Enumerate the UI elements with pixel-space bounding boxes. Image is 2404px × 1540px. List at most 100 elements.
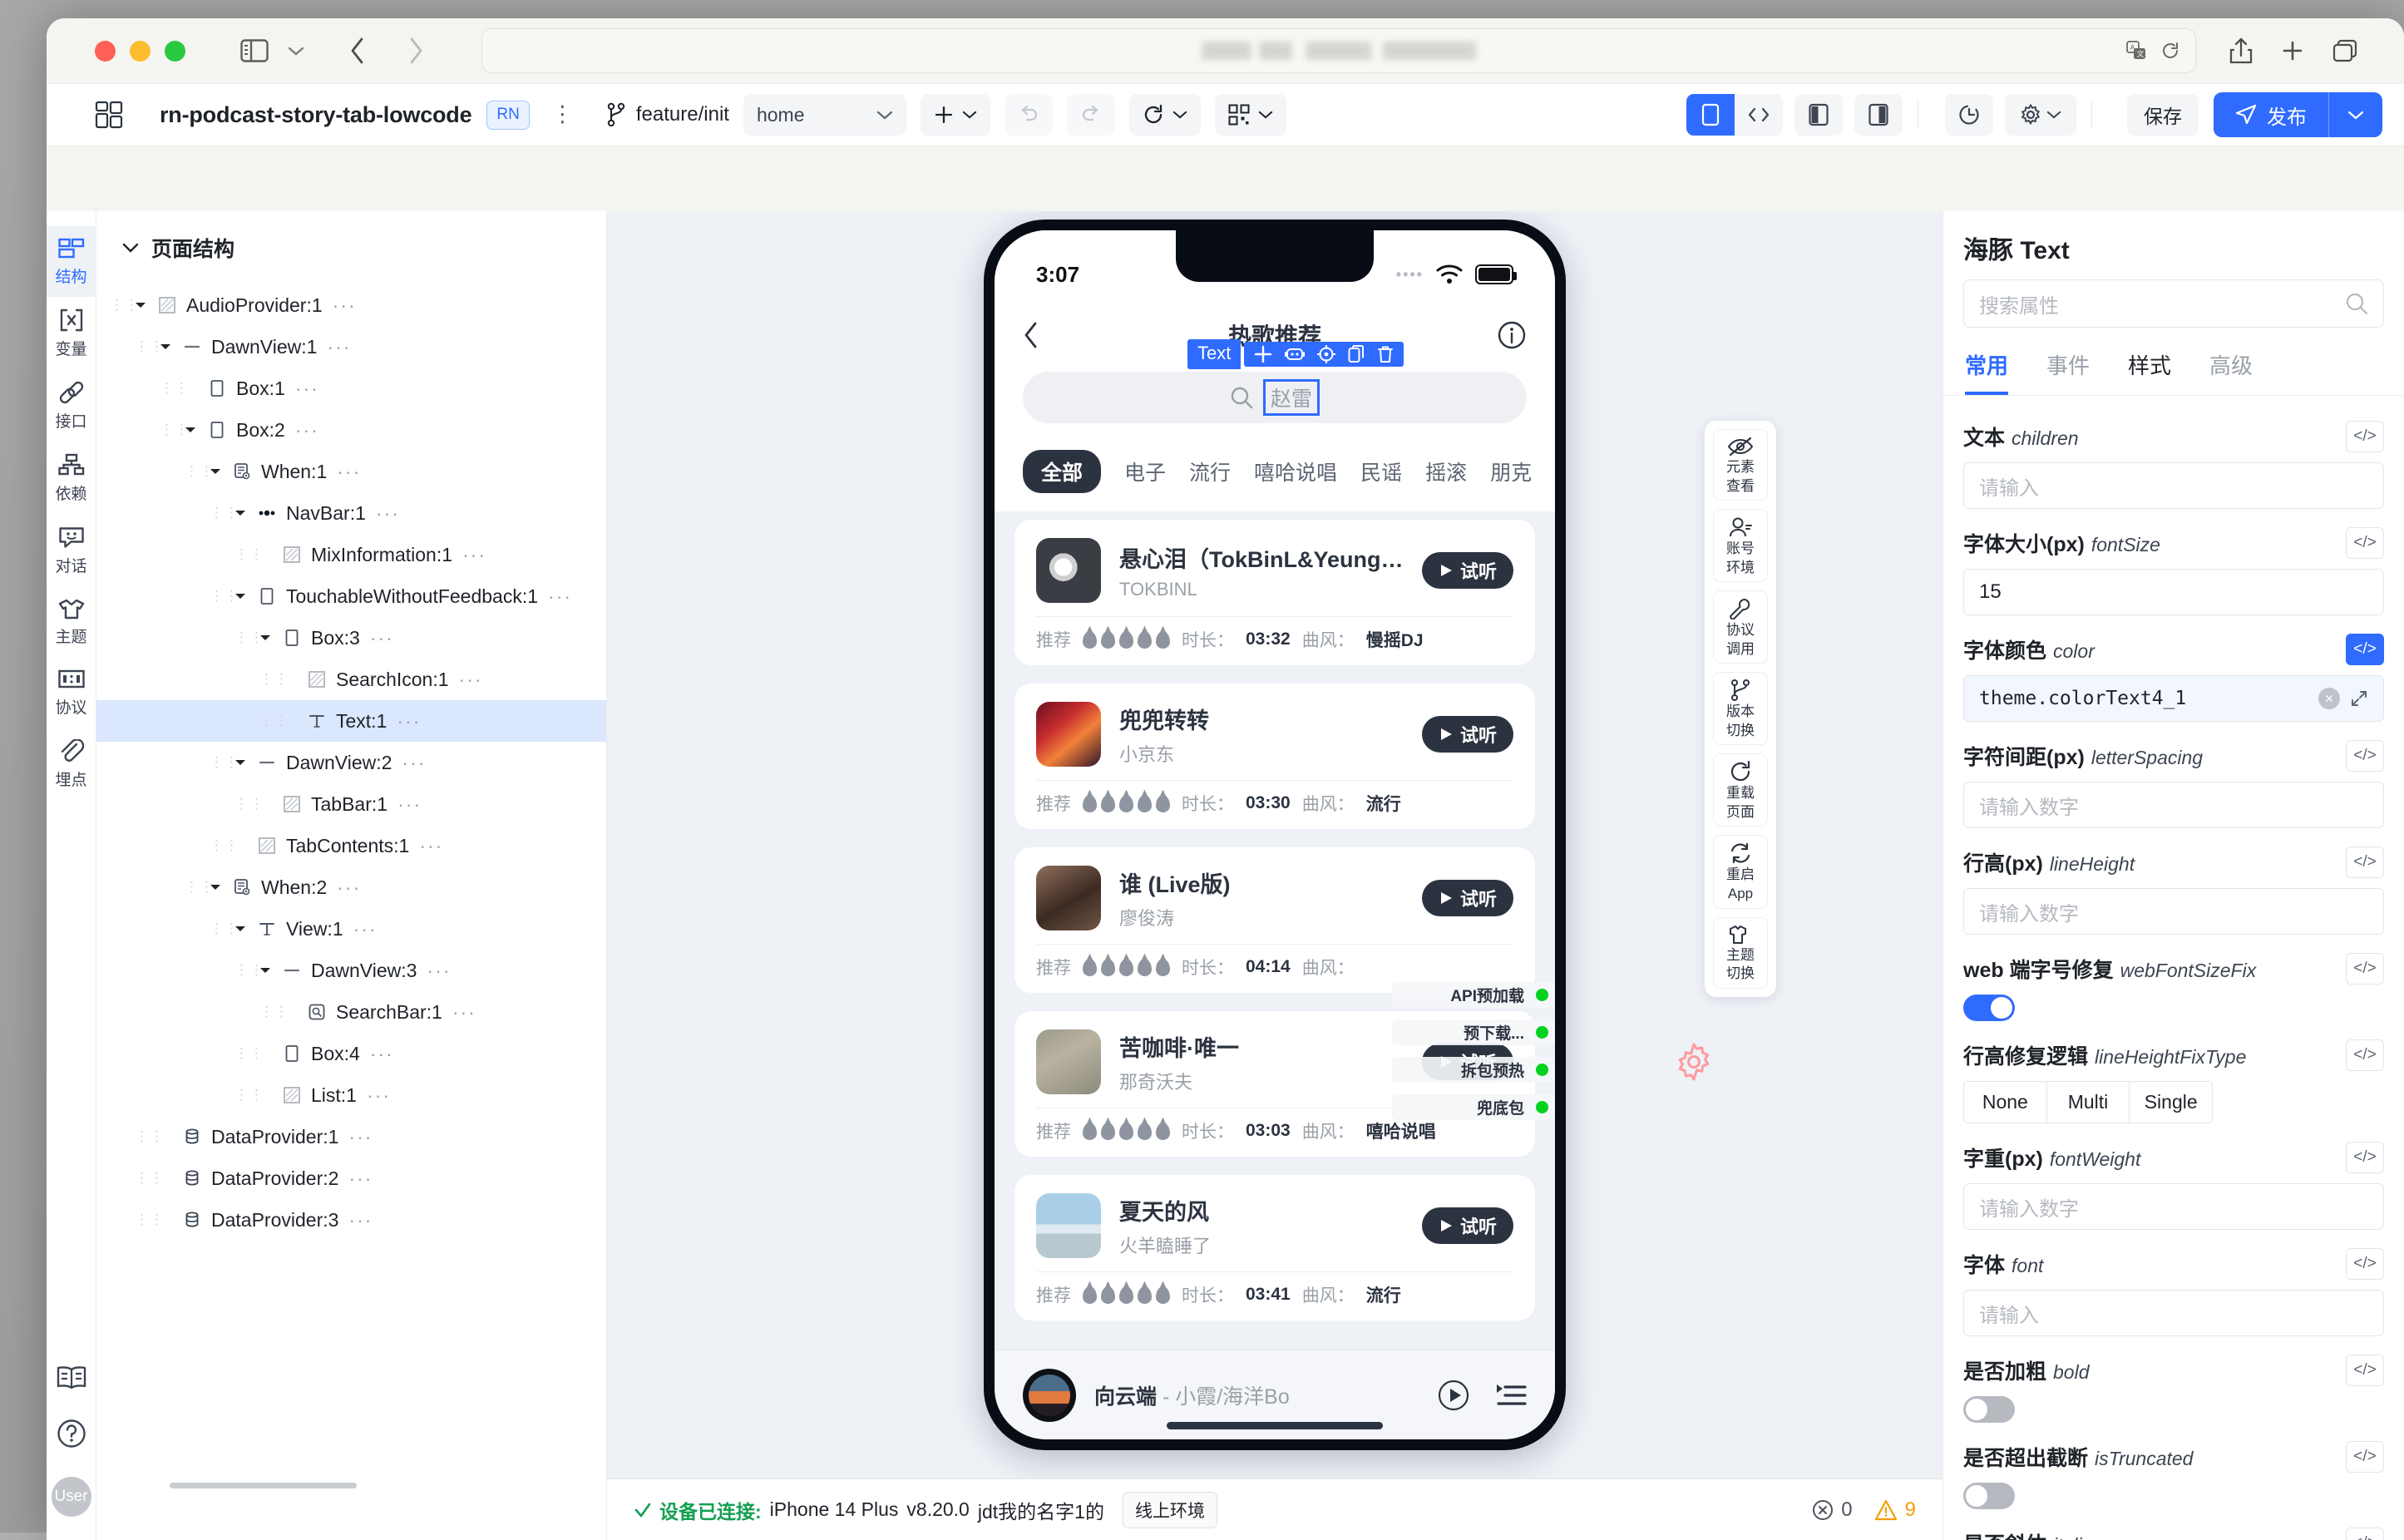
new-tab-icon[interactable] xyxy=(2281,39,2304,62)
tree-node[interactable]: ⋮⋮ AudioProvider:1 ··· xyxy=(96,284,606,326)
device-tool-branch[interactable]: 版本 切换 xyxy=(1713,672,1768,746)
sidebar-item-api[interactable]: 接口 xyxy=(47,369,96,442)
close-window-button[interactable] xyxy=(95,40,116,62)
tree-node-menu[interactable]: ··· xyxy=(327,336,351,358)
chevron-down-icon[interactable] xyxy=(253,965,278,975)
search-input[interactable]: 赵雷 xyxy=(1023,372,1527,423)
warning-count[interactable]: 9 xyxy=(1874,1498,1916,1522)
tree-node[interactable]: ⋮⋮ When:2 ··· xyxy=(96,866,606,908)
chevron-down-icon[interactable] xyxy=(228,758,253,768)
property-toggle[interactable] xyxy=(1963,1483,2015,1509)
drag-handle[interactable]: ⋮⋮ xyxy=(210,589,239,603)
publish-button[interactable]: 发布 xyxy=(2214,92,2382,137)
chevron-down-icon[interactable] xyxy=(128,300,153,310)
sidebar-icon[interactable] xyxy=(235,32,274,70)
tree-node-menu[interactable]: ··· xyxy=(295,378,319,400)
tree-node[interactable]: ⋮⋮ Box:4 ··· xyxy=(96,1033,606,1074)
tree-node-menu[interactable]: ··· xyxy=(427,960,451,982)
sidebar-item-theme[interactable]: 主题 xyxy=(47,586,96,657)
preview-play-button[interactable]: 试听 xyxy=(1421,1207,1513,1244)
environment-chip[interactable]: 线上环境 xyxy=(1122,1491,1217,1528)
property-input[interactable]: 15 xyxy=(1963,569,2384,615)
tree-node[interactable]: ⋮⋮ When:1 ··· xyxy=(96,451,606,492)
gear-icon[interactable] xyxy=(1675,1043,1713,1081)
drag-handle[interactable]: ⋮⋮ xyxy=(234,547,264,561)
drag-handle[interactable]: ⋮⋮ xyxy=(135,339,164,353)
playlist-icon[interactable] xyxy=(1495,1383,1527,1408)
trash-icon[interactable] xyxy=(1377,345,1394,363)
split-left-button[interactable] xyxy=(1794,94,1843,136)
device-tool-restart[interactable]: 重启 App xyxy=(1713,835,1768,909)
sidebar-item-dependency[interactable]: 依赖 xyxy=(47,442,96,514)
chevron-down-icon[interactable] xyxy=(228,508,253,518)
chevron-down-icon[interactable] xyxy=(228,591,253,601)
tree-node[interactable]: ⋮⋮ SearchIcon:1 ··· xyxy=(96,659,606,700)
tree-node[interactable]: ⋮⋮ View:1 ··· xyxy=(96,908,606,950)
property-code-toggle[interactable]: </> xyxy=(2346,421,2384,452)
segment-option[interactable]: Multi xyxy=(2047,1082,2130,1123)
device-tool-reload[interactable]: 重载 页面 xyxy=(1713,753,1768,827)
category-tab[interactable]: 朋克 xyxy=(1490,457,1532,486)
preview-play-button[interactable]: 试听 xyxy=(1421,716,1513,753)
tree-node[interactable]: ⋮⋮ TabBar:1 ··· xyxy=(96,783,606,825)
property-code-toggle[interactable]: </> xyxy=(2346,1355,2384,1386)
device-tool-account[interactable]: 账号 环境 xyxy=(1713,509,1768,583)
tree-node[interactable]: ⋮⋮ DawnView:2 ··· xyxy=(96,742,606,783)
tree-node-menu[interactable]: ··· xyxy=(459,669,483,691)
tree-node-menu[interactable]: ··· xyxy=(452,1001,476,1024)
property-code-toggle[interactable]: </> xyxy=(2346,740,2384,772)
tabs-overview-icon[interactable] xyxy=(2332,39,2357,62)
drag-handle[interactable]: ⋮⋮ xyxy=(259,672,289,686)
sidebar-item-tracking[interactable]: 埋点 xyxy=(47,728,96,800)
chevron-down-icon[interactable] xyxy=(203,466,228,476)
split-right-button[interactable] xyxy=(1854,94,1903,136)
history-button[interactable] xyxy=(1945,94,1993,136)
forward-icon[interactable] xyxy=(397,32,435,70)
add-page-button[interactable] xyxy=(920,94,990,136)
property-input[interactable]: 请输入 xyxy=(1963,1290,2384,1336)
tree-node-menu[interactable]: ··· xyxy=(337,876,361,899)
sidebar-item-variable[interactable]: 变量 xyxy=(47,297,96,369)
tree-node-menu[interactable]: ··· xyxy=(397,710,421,733)
property-input[interactable]: 请输入数字 xyxy=(1963,1183,2384,1230)
refresh-preview-button[interactable] xyxy=(1128,94,1201,136)
device-tool-wrench[interactable]: 协议 调用 xyxy=(1713,590,1768,664)
property-search-input[interactable]: 搜索属性 xyxy=(1963,279,2384,328)
branch-indicator[interactable]: feature/init xyxy=(607,102,729,127)
tree-node[interactable]: ⋮⋮ TabContents:1 ··· xyxy=(96,825,606,866)
category-tab[interactable]: 流行 xyxy=(1189,457,1231,486)
drag-handle[interactable]: ⋮⋮ xyxy=(234,963,264,977)
property-tabs[interactable]: 常用 事件 样式 高级 xyxy=(1943,328,2404,396)
play-icon[interactable] xyxy=(1437,1379,1470,1412)
tree-node-menu[interactable]: ··· xyxy=(462,544,486,566)
property-input[interactable]: 请输入 xyxy=(1963,462,2384,509)
category-tabs[interactable]: 全部电子流行嘻哈说唱民谣摇滚朋克国 xyxy=(995,438,1555,511)
property-code-toggle[interactable]: </> xyxy=(2346,1248,2384,1280)
property-toggle[interactable] xyxy=(1963,995,2015,1021)
chevron-down-icon[interactable] xyxy=(253,633,278,643)
song-card[interactable]: 悬心泪（TokBinL&Yeung Mashu... TOKBINL 试听推荐 时长：… xyxy=(1014,520,1535,665)
tree-node[interactable]: ⋮⋮ DawnView:3 ··· xyxy=(96,950,606,991)
drag-handle[interactable]: ⋮⋮ xyxy=(135,1171,164,1185)
drag-handle[interactable]: ⋮⋮ xyxy=(210,755,239,769)
address-bar[interactable]: A文 xyxy=(481,28,2196,73)
drag-handle[interactable]: ⋮⋮ xyxy=(210,506,239,520)
qrcode-button[interactable] xyxy=(1214,94,1286,136)
tree-node-menu[interactable]: ··· xyxy=(337,461,361,483)
tab-advanced[interactable]: 高级 xyxy=(2209,349,2253,395)
tree-node[interactable]: ⋮⋮ Box:2 ··· xyxy=(96,409,606,451)
tree-node[interactable]: ⋮⋮ DataProvider:2 ··· xyxy=(96,1157,606,1199)
tree-node[interactable]: ⋮⋮ TouchableWithoutFeedback:1 ··· xyxy=(96,575,606,617)
more-options-icon[interactable]: ⋮ xyxy=(551,103,575,125)
tree-node[interactable]: ⋮⋮ DataProvider:1 ··· xyxy=(96,1116,606,1157)
tree-node-menu[interactable]: ··· xyxy=(548,585,572,608)
property-code-toggle[interactable]: </> xyxy=(2346,847,2384,878)
sidebar-item-structure[interactable]: 结构 xyxy=(47,226,96,297)
chevron-down-icon[interactable] xyxy=(153,342,178,352)
tab-style[interactable]: 样式 xyxy=(2128,349,2171,395)
category-tab[interactable]: 电子 xyxy=(1124,457,1166,486)
selection-toolbar[interactable] xyxy=(1244,342,1404,367)
window-traffic-lights[interactable] xyxy=(95,40,185,62)
segment-option[interactable]: Single xyxy=(2130,1082,2212,1123)
drag-handle[interactable]: ⋮⋮ xyxy=(135,1129,164,1143)
